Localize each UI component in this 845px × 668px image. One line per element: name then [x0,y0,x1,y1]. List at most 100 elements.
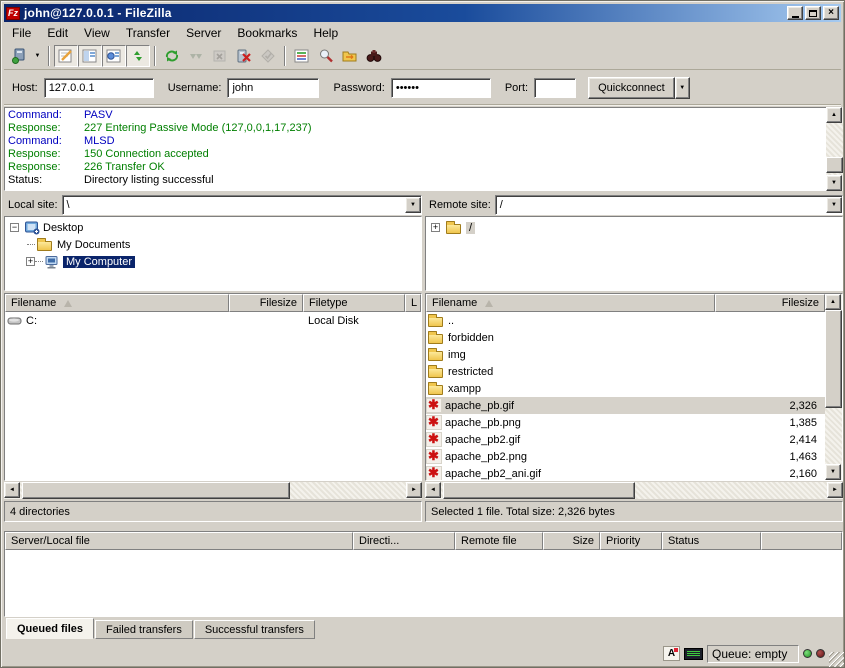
remote-scroll-track-h[interactable] [441,482,827,499]
menu-transfer[interactable]: Transfer [118,25,178,41]
queue-column-remote-file[interactable]: Remote file [455,532,543,550]
scroll-right-icon[interactable]: ► [827,482,843,498]
maximize-button[interactable] [805,6,821,20]
scroll-left-icon[interactable]: ◄ [425,482,441,498]
scroll-up-icon[interactable]: ▲ [825,294,841,310]
queue-column-size[interactable]: Size [543,532,600,550]
password-input[interactable] [391,78,491,98]
log-scroll-track[interactable] [826,123,843,175]
remote-row[interactable]: restricted [426,363,825,380]
remote-row[interactable]: img [426,346,825,363]
title-bar[interactable]: Fz john@127.0.0.1 - FileZilla × [4,4,841,22]
remote-scroll-track[interactable] [825,310,842,464]
remote-scroll-thumb-h[interactable] [443,482,635,499]
local-scroll-thumb[interactable] [22,482,290,499]
resize-grip[interactable] [829,652,844,667]
toggle-message-log-button[interactable] [54,45,78,67]
local-horizontal-scrollbar[interactable]: ◄ ► [4,482,422,499]
remote-column-filesize[interactable]: Filesize [715,294,825,312]
menu-server[interactable]: Server [178,25,229,41]
remote-site-combobox[interactable]: / ▼ [495,195,843,215]
scroll-down-icon[interactable]: ▼ [826,175,842,191]
log-text: 150 Connection accepted [84,148,209,161]
search-icon [318,48,334,64]
local-scroll-track[interactable] [20,482,406,499]
local-column-filetype[interactable]: Filetype [303,294,405,312]
maximize-icon [809,10,817,17]
file-search-button[interactable] [314,45,338,67]
directory-comparison-button[interactable] [338,45,362,67]
refresh-button[interactable] [160,45,184,67]
remote-site-dropdown[interactable]: ▼ [826,197,842,213]
file-name: restricted [448,366,493,378]
host-input[interactable] [44,78,154,98]
remote-horizontal-scrollbar[interactable]: ◄ ► [425,482,843,499]
remote-row[interactable]: apache_pb2.png1,463 [426,448,825,465]
expand-icon[interactable]: + [26,257,35,266]
remote-vertical-scrollbar[interactable]: ▲ ▼ [825,294,842,480]
queue-column-server-local-file[interactable]: Server/Local file [5,532,353,550]
disconnect-button[interactable] [232,45,256,67]
tab-queued-files[interactable]: Queued files [6,618,94,639]
column-label: Status [668,535,699,547]
local-column-modified[interactable]: L [405,294,421,312]
site-manager-button[interactable] [7,45,31,67]
tree-item-my-computer[interactable]: + My Computer [5,253,421,270]
queue-column-priority[interactable]: Priority [600,532,662,550]
quickconnect-button[interactable]: Quickconnect [588,77,675,99]
local-site-dropdown[interactable]: ▼ [405,197,421,213]
remote-row[interactable]: apache_pb.png1,385 [426,414,825,431]
close-button[interactable]: × [823,6,839,20]
menu-file[interactable]: File [4,25,39,41]
collapse-icon[interactable]: − [10,223,19,232]
menu-view[interactable]: View [76,25,118,41]
port-label: Port: [505,82,528,94]
cancel-operation-button[interactable] [208,45,232,67]
menu-bookmarks[interactable]: Bookmarks [229,25,305,41]
transfer-type-icon[interactable]: A [663,646,680,661]
local-site-combobox[interactable]: \ ▼ [62,195,422,215]
remote-row[interactable]: apache_pb2.gif2,414 [426,431,825,448]
tree-item-my-documents[interactable]: My Documents [5,236,421,253]
remote-row[interactable]: .. [426,312,825,329]
synchronized-browsing-button[interactable] [362,45,386,67]
site-manager-dropdown[interactable]: ▼ [31,45,44,67]
column-label: Size [573,535,594,547]
scroll-up-icon[interactable]: ▲ [826,107,842,123]
tab-successful-transfers[interactable]: Successful transfers [194,620,315,639]
reconnect-button[interactable] [256,45,280,67]
log-scroll-thumb[interactable] [826,157,843,173]
menu-help[interactable]: Help [305,25,346,41]
remote-row-selected[interactable]: apache_pb.gif2,326 [426,397,825,414]
scroll-left-icon[interactable]: ◄ [4,482,20,498]
directory-listing-filter-button[interactable] [290,45,314,67]
local-column-filename[interactable]: Filename [5,294,229,312]
remote-row[interactable]: forbidden [426,329,825,346]
app-icon[interactable]: Fz [6,7,20,20]
scroll-right-icon[interactable]: ► [406,482,422,498]
queue-column-status[interactable]: Status [662,532,761,550]
process-queue-button[interactable] [184,45,208,67]
tab-failed-transfers[interactable]: Failed transfers [95,620,193,639]
log-vertical-scrollbar[interactable]: ▲ ▼ [826,107,843,191]
speed-limit-icon[interactable] [684,648,703,660]
remote-row[interactable]: xampp [426,380,825,397]
tree-item-root[interactable]: + / [426,219,842,236]
remote-column-filename[interactable]: Filename [426,294,715,312]
quickconnect-dropdown[interactable]: ▼ [675,77,690,99]
scroll-down-icon[interactable]: ▼ [825,464,841,480]
menu-edit[interactable]: Edit [39,25,76,41]
expand-icon[interactable]: + [431,223,440,232]
queue-column-direction[interactable]: Directi... [353,532,455,550]
toggle-transfer-queue-button[interactable] [126,45,150,67]
port-input[interactable] [534,78,576,98]
minimize-button[interactable] [787,6,803,20]
local-column-filesize[interactable]: Filesize [229,294,303,312]
local-row-c-drive[interactable]: C: Local Disk [5,312,421,329]
toggle-remote-tree-button[interactable] [102,45,126,67]
remote-row[interactable]: apache_pb2_ani.gif2,160 [426,465,825,480]
toggle-local-tree-button[interactable] [78,45,102,67]
tree-item-desktop[interactable]: − Desktop [5,219,421,236]
remote-scroll-thumb[interactable] [825,310,842,408]
username-input[interactable] [227,78,319,98]
